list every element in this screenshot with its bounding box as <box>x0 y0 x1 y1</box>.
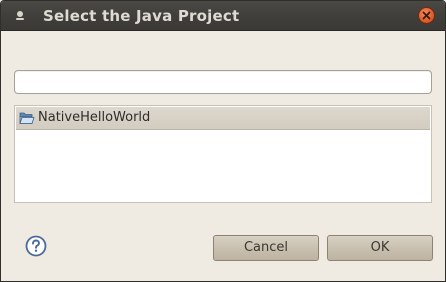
open-folder-icon <box>19 112 35 124</box>
dialog-window: Select the Java Project NativeHelloWorld <box>0 0 446 282</box>
project-label: NativeHelloWorld <box>38 110 151 125</box>
help-icon[interactable] <box>25 235 47 257</box>
cancel-button[interactable]: Cancel <box>213 235 319 261</box>
close-button[interactable] <box>418 7 435 24</box>
ok-button[interactable]: OK <box>327 235 433 261</box>
window-menu-icon[interactable] <box>14 9 26 21</box>
close-icon <box>422 11 431 20</box>
title-bar[interactable]: Select the Java Project <box>1 1 445 31</box>
dialog-content: NativeHelloWorld Cancel OK <box>1 31 445 281</box>
filter-input[interactable] <box>14 70 432 94</box>
dialog-title: Select the Java Project <box>43 7 240 25</box>
list-item-nativehelloworld[interactable]: NativeHelloWorld <box>16 107 430 130</box>
project-list[interactable]: NativeHelloWorld <box>14 105 432 203</box>
